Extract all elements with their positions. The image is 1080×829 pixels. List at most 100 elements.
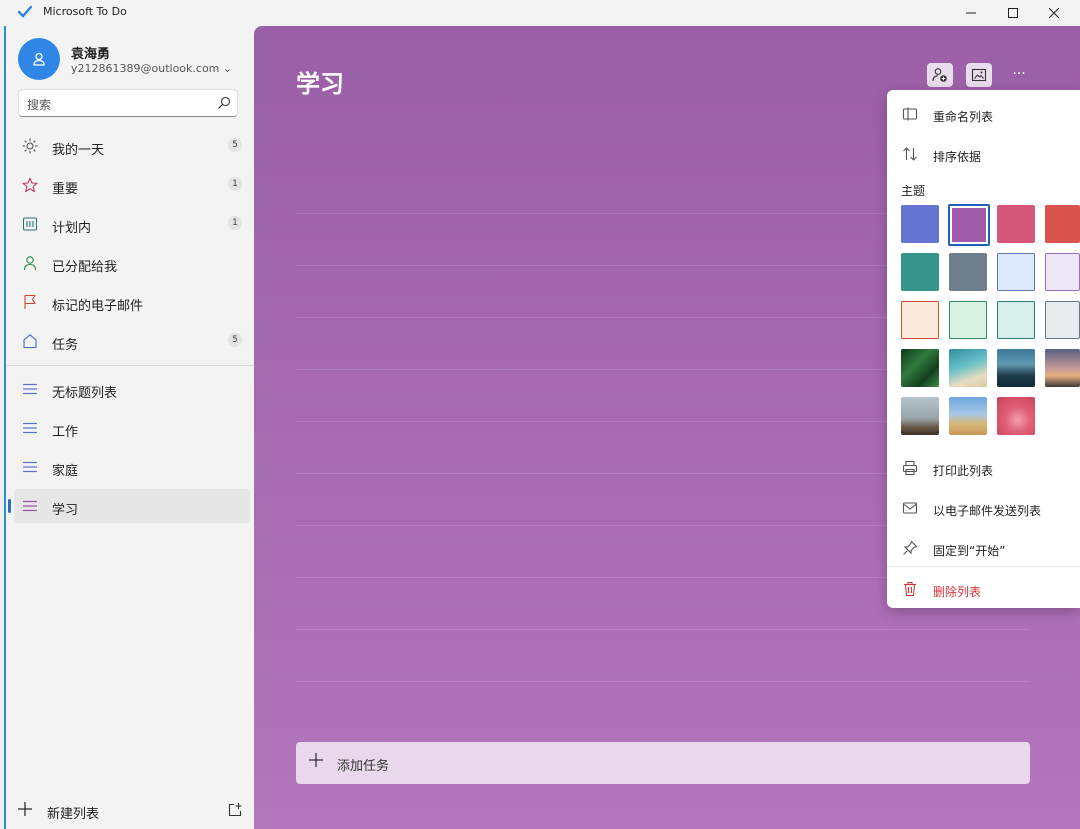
theme-swatch-photo-pink[interactable] xyxy=(997,397,1035,435)
sort-icon xyxy=(903,147,917,161)
menu-item-email[interactable]: 以电子邮件发送列表 xyxy=(887,488,1080,526)
theme-swatch-photo-sunset[interactable] xyxy=(1045,349,1080,387)
theme-swatch-gray[interactable] xyxy=(949,253,987,291)
count-badge: 1 xyxy=(228,216,242,230)
sidebar-item-planned[interactable]: 计划内 1 xyxy=(14,207,250,241)
add-task-label: 添加任务 xyxy=(337,759,390,774)
maximize-icon xyxy=(1008,8,1018,18)
minimize-button[interactable] xyxy=(948,0,994,26)
list-title[interactable]: 学习 xyxy=(296,64,344,99)
theme-swatch-peach[interactable] xyxy=(901,301,939,339)
pin-icon xyxy=(903,540,918,555)
theme-swatch-blue[interactable] xyxy=(901,205,939,243)
menu-item-label: 固定到“开始” xyxy=(933,544,1006,558)
sidebar-item-untitled-list[interactable]: 无标题列表 xyxy=(14,372,250,406)
count-badge: 5 xyxy=(228,333,242,347)
new-group-icon[interactable] xyxy=(228,803,242,817)
sidebar-divider xyxy=(6,365,256,366)
flag-icon xyxy=(24,294,36,309)
theme-swatch-pink[interactable] xyxy=(997,205,1035,243)
sidebar-item-family[interactable]: 家庭 xyxy=(14,450,250,484)
menu-item-label: 以电子邮件发送列表 xyxy=(933,504,1042,518)
theme-swatch-light-gray[interactable] xyxy=(1045,301,1080,339)
plus-icon xyxy=(309,753,323,767)
theme-swatch-light-blue[interactable] xyxy=(997,253,1035,291)
sidebar-item-label: 无标题列表 xyxy=(52,386,118,401)
new-list-button[interactable]: 新建列表 xyxy=(18,796,248,826)
theme-button[interactable] xyxy=(966,63,992,87)
sidebar: 袁海勇 y212861389@outlook.com ⌄ 搜索 我的一天 5 重… xyxy=(4,26,256,829)
sidebar-item-label: 任务 xyxy=(52,338,79,353)
todo-logo-icon xyxy=(18,5,32,18)
title-bar: Microsoft To Do xyxy=(0,0,1080,26)
theme-swatch-purple-selected[interactable] xyxy=(948,204,990,246)
more-options-button[interactable]: ··· xyxy=(1006,64,1032,88)
person-icon xyxy=(23,256,37,271)
calendar-icon xyxy=(22,217,38,231)
user-email[interactable]: y212861389@outlook.com ⌄ xyxy=(71,62,232,75)
active-indicator xyxy=(8,499,11,513)
maximize-button[interactable] xyxy=(990,0,1036,26)
theme-swatch-photo-leaves[interactable] xyxy=(901,349,939,387)
picture-icon xyxy=(971,68,987,82)
line-divider xyxy=(296,629,1030,630)
sidebar-item-tasks[interactable]: 任务 5 xyxy=(14,324,250,358)
sidebar-item-label: 已分配给我 xyxy=(52,260,118,275)
menu-item-label: 重命名列表 xyxy=(933,110,994,124)
mail-icon xyxy=(902,502,918,514)
list-icon xyxy=(23,500,37,512)
menu-item-print[interactable]: 打印此列表 xyxy=(887,448,1080,486)
sidebar-item-flagged-email[interactable]: 标记的电子邮件 xyxy=(14,285,250,319)
sun-icon xyxy=(22,138,38,154)
theme-swatch-red[interactable] xyxy=(1045,205,1080,243)
sidebar-item-study[interactable]: 学习 xyxy=(8,489,250,523)
theme-swatch-photo-field[interactable] xyxy=(949,397,987,435)
menu-item-delete[interactable]: 删除列表 xyxy=(887,569,1080,607)
avatar[interactable] xyxy=(18,38,60,80)
theme-section-header: 主题 xyxy=(901,184,926,198)
list-icon xyxy=(23,461,37,473)
close-button[interactable] xyxy=(1031,0,1077,26)
theme-swatch-teal[interactable] xyxy=(901,253,939,291)
sidebar-item-label: 我的一天 xyxy=(52,143,105,158)
share-button[interactable] xyxy=(927,63,953,87)
sidebar-item-my-day[interactable]: 我的一天 5 xyxy=(14,129,250,163)
menu-item-pin[interactable]: 固定到“开始” xyxy=(887,528,1080,566)
sidebar-item-label: 学习 xyxy=(52,503,79,518)
theme-swatch-photo-beach[interactable] xyxy=(949,349,987,387)
count-badge: 1 xyxy=(228,177,242,191)
menu-divider xyxy=(887,566,1080,567)
plus-icon xyxy=(18,802,32,816)
menu-item-label: 打印此列表 xyxy=(933,464,994,478)
sidebar-item-work[interactable]: 工作 xyxy=(14,411,250,445)
search-placeholder: 搜索 xyxy=(27,98,52,112)
add-task-input[interactable]: 添加任务 xyxy=(296,742,1030,784)
app-title: Microsoft To Do xyxy=(43,5,127,18)
close-icon xyxy=(1049,8,1059,18)
star-icon xyxy=(22,177,38,193)
theme-swatch-light-teal[interactable] xyxy=(997,301,1035,339)
list-icon xyxy=(23,383,37,395)
theme-swatch-photo-mountain[interactable] xyxy=(997,349,1035,387)
search-icon[interactable] xyxy=(217,96,231,110)
new-list-label: 新建列表 xyxy=(47,807,100,822)
sidebar-item-label: 标记的电子邮件 xyxy=(52,299,144,314)
menu-item-rename[interactable]: 重命名列表 xyxy=(887,94,1080,132)
user-name[interactable]: 袁海勇 xyxy=(71,43,110,62)
share-person-icon xyxy=(932,68,947,82)
sidebar-item-important[interactable]: 重要 1 xyxy=(14,168,250,202)
trash-icon xyxy=(904,581,916,597)
theme-swatch-light-purple[interactable] xyxy=(1045,253,1080,291)
menu-item-label: 排序依据 xyxy=(933,150,982,164)
sidebar-item-label: 重要 xyxy=(52,182,79,197)
list-options-menu: 重命名列表 排序依据 主题 打印此列表 以电子邮件发送列表 固定到“开始” 删除… xyxy=(887,90,1080,608)
sidebar-item-label: 计划内 xyxy=(52,221,92,236)
person-icon xyxy=(33,52,45,66)
theme-swatch-photo-lighthouse[interactable] xyxy=(901,397,939,435)
theme-swatch-mint[interactable] xyxy=(949,301,987,339)
menu-item-sort[interactable]: 排序依据 xyxy=(887,134,1080,172)
sidebar-item-assigned[interactable]: 已分配给我 xyxy=(14,246,250,280)
search-input[interactable]: 搜索 xyxy=(18,89,238,117)
home-icon xyxy=(23,334,37,349)
minimize-icon xyxy=(966,12,976,14)
